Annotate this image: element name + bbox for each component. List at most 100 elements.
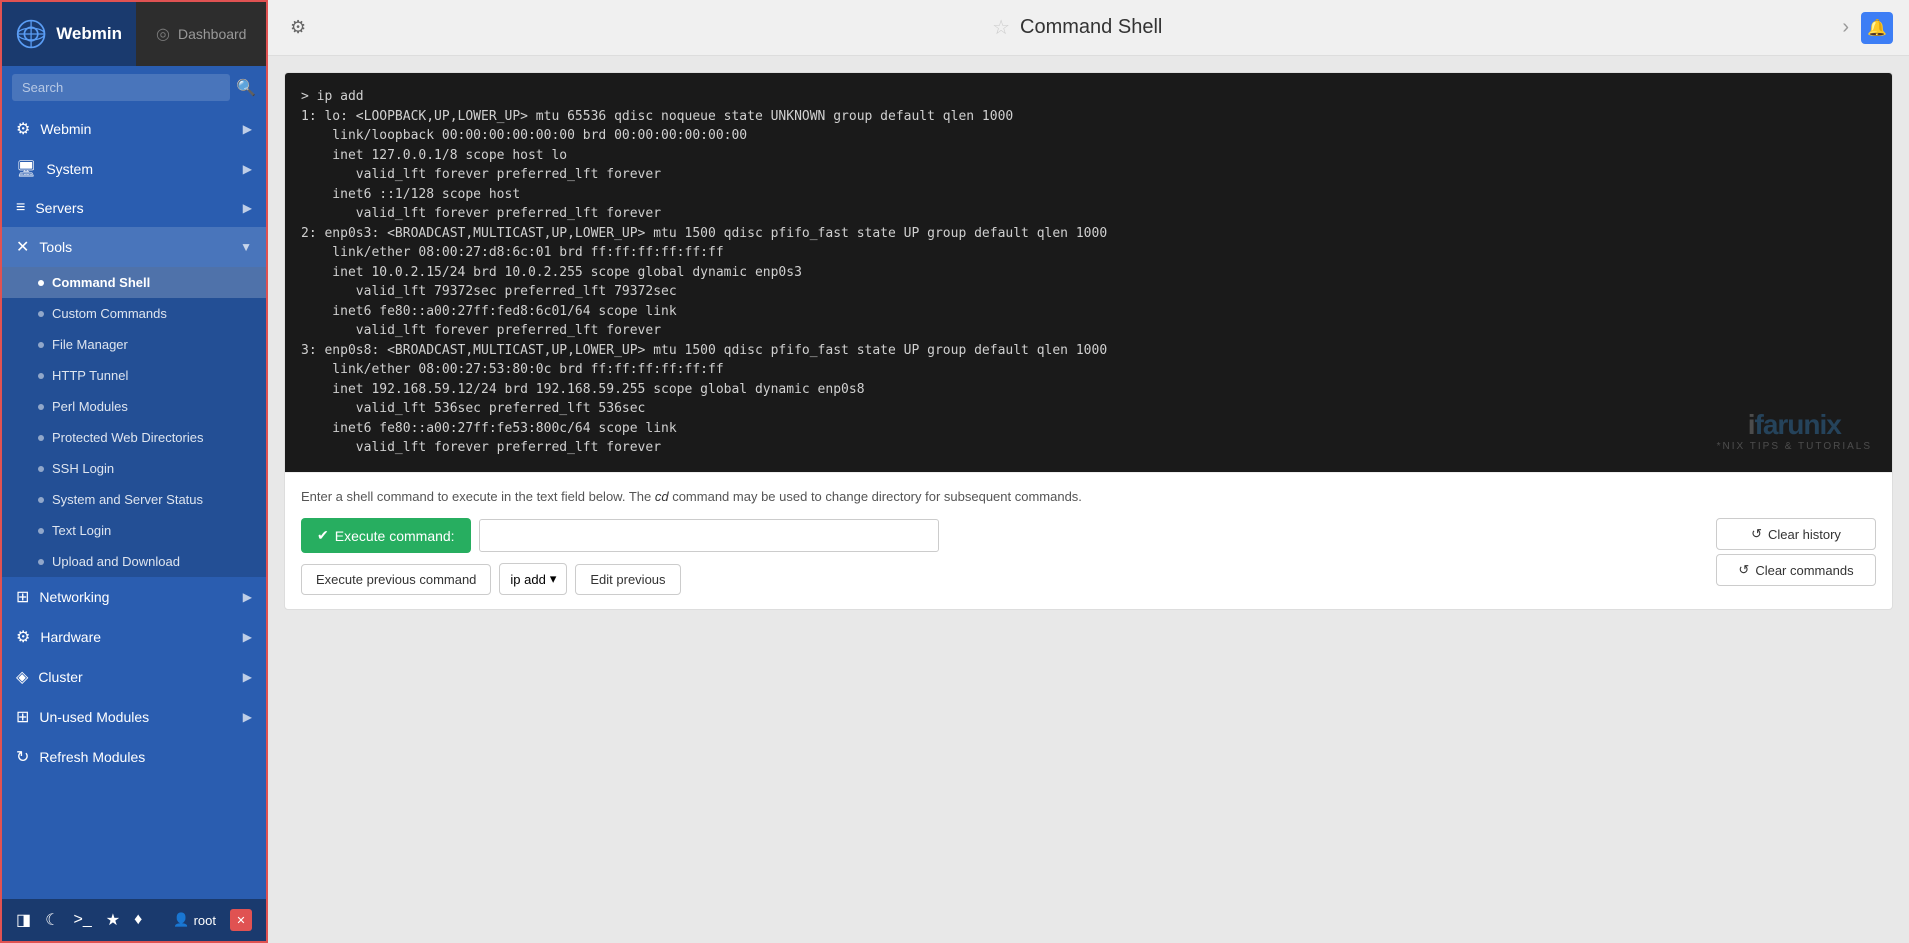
clear-commands-label: Clear commands: [1755, 563, 1853, 578]
networking-nav-icon: ⊞: [16, 587, 29, 607]
execute-previous-button[interactable]: Execute previous command: [301, 564, 491, 595]
sidebar-item-label: System and Server Status: [52, 492, 203, 507]
webmin-logo-icon: [16, 16, 46, 52]
dropdown-arrow-icon: ▾: [550, 571, 557, 587]
chevron-right-icon: ▶: [243, 590, 252, 604]
sidebar-item-cluster[interactable]: ◈ Cluster ▶: [2, 657, 266, 697]
bullet-icon: [38, 404, 44, 410]
sidebar-item-perl-modules[interactable]: Perl Modules: [2, 391, 266, 422]
notification-icon: 🔔: [1867, 18, 1887, 38]
page-title: Command Shell: [1020, 16, 1162, 39]
desc-before: Enter a shell command to execute in the …: [301, 489, 655, 504]
sidebar-item-label: Tools: [39, 239, 230, 255]
search-icon[interactable]: 🔍: [236, 78, 256, 98]
chevron-down-icon: ▼: [240, 240, 252, 254]
footer-icon-star[interactable]: ★: [106, 910, 120, 930]
bullet-icon: [38, 435, 44, 441]
sidebar-item-protected-web[interactable]: Protected Web Directories: [2, 422, 266, 453]
bullet-icon: [38, 528, 44, 534]
sidebar-item-refresh-modules[interactable]: ↻ Refresh Modules: [2, 737, 266, 777]
chevron-right-icon: ▶: [243, 162, 252, 176]
sidebar-item-upload-download[interactable]: Upload and Download: [2, 546, 266, 577]
clear-history-icon: ↺: [1751, 526, 1762, 542]
footer-alert-icon[interactable]: ✕: [230, 909, 252, 931]
edit-previous-button[interactable]: Edit previous: [575, 564, 680, 595]
sidebar-item-http-tunnel[interactable]: HTTP Tunnel: [2, 360, 266, 391]
sidebar-item-label: SSH Login: [52, 461, 114, 476]
search-input[interactable]: [12, 74, 230, 101]
close-button[interactable]: ›: [1842, 16, 1849, 39]
dashboard-label: Dashboard: [178, 26, 247, 42]
chevron-right-icon: ▶: [243, 122, 252, 136]
clear-history-button[interactable]: ↺ Clear history: [1716, 518, 1876, 550]
footer-user: 👤 root: [173, 912, 216, 928]
webmin-header[interactable]: Webmin: [2, 2, 136, 66]
sidebar-item-label: File Manager: [52, 337, 128, 352]
page-title-area: ☆ Command Shell: [324, 15, 1830, 40]
sidebar-item-label: Perl Modules: [52, 399, 128, 414]
bullet-icon: [38, 342, 44, 348]
terminal-output: > ip add 1: lo: <LOOPBACK,UP,LOWER_UP> m…: [285, 73, 1892, 472]
clear-commands-button[interactable]: ↺ Clear commands: [1716, 554, 1876, 586]
chevron-right-icon: ▶: [243, 201, 252, 215]
sidebar-item-label: Protected Web Directories: [52, 430, 204, 445]
system-nav-icon: 🖥: [16, 159, 36, 179]
sidebar-item-servers[interactable]: ≡ Servers ▶: [2, 189, 266, 227]
footer-icon-panel[interactable]: ◨: [16, 910, 31, 930]
execute-command-button[interactable]: ✔ Execute command:: [301, 518, 471, 553]
sidebar-item-custom-commands[interactable]: Custom Commands: [2, 298, 266, 329]
chevron-right-icon: ▶: [243, 630, 252, 644]
check-icon: ✔: [317, 527, 329, 544]
footer-icon-terminal[interactable]: >_: [73, 911, 91, 929]
dashboard-icon: ◎: [156, 24, 170, 44]
tools-nav-icon: ✕: [16, 237, 29, 257]
sidebar-item-file-manager[interactable]: File Manager: [2, 329, 266, 360]
top-bar: ⚙ ☆ Command Shell › 🔔: [268, 0, 1909, 56]
footer-icon-diamond[interactable]: ♦: [134, 911, 142, 929]
unused-nav-icon: ⊞: [16, 707, 29, 727]
sidebar: Webmin ◎ Dashboard 🔍 ⚙ Webmin ▶ 🖥 System…: [0, 0, 268, 943]
favorite-icon[interactable]: ☆: [992, 15, 1010, 40]
sidebar-item-label: Webmin: [40, 121, 232, 137]
desc-after: command may be used to change directory …: [669, 489, 1082, 504]
sidebar-item-tools[interactable]: ✕ Tools ▼: [2, 227, 266, 267]
sidebar-item-webmin[interactable]: ⚙ Webmin ▶: [2, 109, 266, 149]
sidebar-item-unused-modules[interactable]: ⊞ Un-used Modules ▶: [2, 697, 266, 737]
sidebar-item-hardware[interactable]: ⚙ Hardware ▶: [2, 617, 266, 657]
sidebar-item-label: System: [46, 161, 232, 177]
notification-badge[interactable]: 🔔: [1861, 12, 1893, 44]
sidebar-footer: ◨ ☾ >_ ★ ♦ 👤 root ✕: [2, 899, 266, 941]
settings-button[interactable]: ⚙: [284, 11, 312, 44]
sidebar-item-networking[interactable]: ⊞ Networking ▶: [2, 577, 266, 617]
main-content: ⚙ ☆ Command Shell › 🔔 > ip add 1: lo: <L…: [268, 0, 1909, 943]
sidebar-title: Webmin: [56, 24, 122, 44]
sidebar-item-label: Networking: [39, 589, 232, 605]
prev-row: Execute previous command ip add ▾ Edit p…: [301, 563, 1708, 595]
sidebar-item-command-shell[interactable]: Command Shell: [2, 267, 266, 298]
nav-list: ⚙ Webmin ▶ 🖥 System ▶ ≡ Servers ▶ ✕ Tool…: [2, 109, 266, 899]
sidebar-item-text-login[interactable]: Text Login: [2, 515, 266, 546]
user-icon: 👤: [173, 912, 189, 928]
sidebar-item-label: Text Login: [52, 523, 111, 538]
description-text: Enter a shell command to execute in the …: [301, 487, 1876, 507]
sidebar-item-system-status[interactable]: System and Server Status: [2, 484, 266, 515]
chevron-right-icon: ▶: [243, 710, 252, 724]
right-actions: ↺ Clear history ↺ Clear commands: [1716, 518, 1876, 586]
webmin-nav-icon: ⚙: [16, 119, 30, 139]
bullet-icon: [38, 311, 44, 317]
previous-command-dropdown[interactable]: ip add ▾: [499, 563, 567, 595]
command-input[interactable]: [479, 519, 939, 552]
footer-icon-moon[interactable]: ☾: [45, 910, 59, 930]
bullet-icon: [38, 497, 44, 503]
header-tabs: Webmin ◎ Dashboard: [2, 2, 266, 66]
command-shell-panel: > ip add 1: lo: <LOOPBACK,UP,LOWER_UP> m…: [284, 72, 1893, 610]
execute-btn-label: Execute command:: [335, 528, 455, 544]
sidebar-item-ssh-login[interactable]: SSH Login: [2, 453, 266, 484]
sidebar-item-system[interactable]: 🖥 System ▶: [2, 149, 266, 189]
bullet-icon: [38, 373, 44, 379]
dashboard-tab[interactable]: ◎ Dashboard: [136, 2, 266, 66]
refresh-nav-icon: ↻: [16, 747, 29, 767]
terminal-text: > ip add 1: lo: <LOOPBACK,UP,LOWER_UP> m…: [301, 87, 1876, 458]
footer-username: root: [194, 913, 216, 928]
sidebar-item-label: Cluster: [38, 669, 232, 685]
